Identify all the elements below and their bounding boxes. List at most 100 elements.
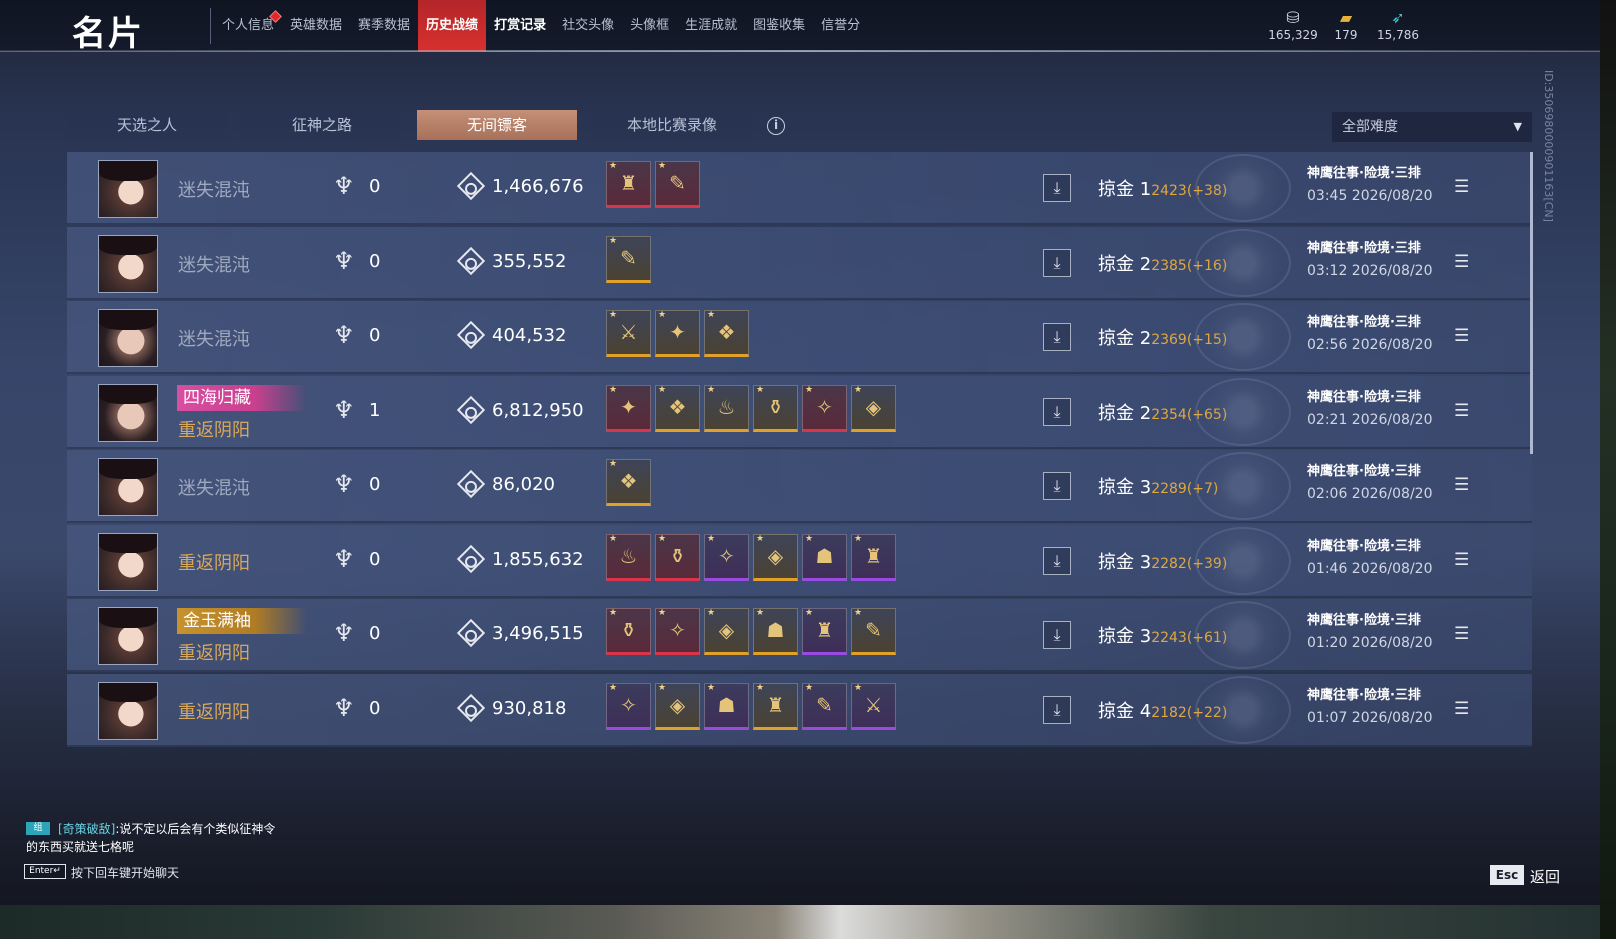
loot-item-icon[interactable]: ★ ◈ bbox=[851, 384, 896, 432]
kills-count: 0 bbox=[369, 176, 381, 197]
match-mode: 神鹰往事·险境·三排 bbox=[1307, 166, 1421, 181]
loot-item-icon[interactable]: ★ ♨ bbox=[704, 384, 749, 432]
loot-item-icon[interactable]: ★ ♨ bbox=[606, 533, 651, 581]
rank-emblem-icon bbox=[1195, 377, 1291, 446]
download-replay-button[interactable]: ⤓ bbox=[1043, 546, 1071, 575]
loot-item-icon[interactable]: ★ ✦ bbox=[655, 310, 700, 357]
rank-label: 掠金 2 bbox=[1098, 328, 1152, 349]
loot-items: ★ ✦ ★ ❖ ★ ♨ ★ ⚱ ★ ✧ ★ ◈ bbox=[606, 384, 896, 432]
tab-tianxuan[interactable]: 天选之人 bbox=[67, 110, 227, 140]
player-name: 迷失混沌 bbox=[178, 254, 250, 276]
details-menu-icon[interactable]: ☰ bbox=[1454, 624, 1469, 644]
table-row[interactable]: 重返阴阳 ♆ 0 930,818 ★ ✧ ★ ◈ ★ ☗ ★ ♜ ★ ✎ ★ ⚔ ⤓ 掠金 42182(+22) 神… bbox=[67, 673, 1532, 747]
loot-value-icon bbox=[456, 246, 486, 275]
loot-item-icon[interactable]: ★ ❖ bbox=[655, 384, 700, 432]
nav-item[interactable]: 图鉴收集 bbox=[745, 0, 813, 52]
tab-zhengshen[interactable]: 征神之路 bbox=[242, 110, 402, 140]
nav-item[interactable]: 信誉分 bbox=[813, 0, 868, 52]
kills-count: 0 bbox=[369, 623, 381, 644]
kills-count: 0 bbox=[369, 474, 381, 495]
details-menu-icon[interactable]: ☰ bbox=[1454, 326, 1469, 346]
loot-item-icon[interactable]: ★ ☗ bbox=[753, 608, 798, 655]
loot-item-icon[interactable]: ★ ✎ bbox=[802, 682, 847, 730]
nav-item[interactable]: 生涯成就 bbox=[677, 0, 745, 52]
loot-item-icon[interactable]: ★ ◈ bbox=[655, 682, 700, 730]
details-menu-icon[interactable]: ☰ bbox=[1454, 401, 1469, 421]
loot-items: ★ ♨ ★ ⚱ ★ ✧ ★ ◈ ★ ☗ ★ ♜ bbox=[606, 533, 896, 581]
rank-label: 掠金 4 bbox=[1098, 700, 1152, 722]
download-replay-button[interactable]: ⤓ bbox=[1043, 621, 1071, 649]
table-row[interactable]: 四海归藏 重返阴阳 ♆ 1 6,812,950 ★ ✦ ★ ❖ ★ ♨ ★ ⚱ ★ ✧ ★ ◈ ⤓ 掠金 22354… bbox=[67, 375, 1532, 449]
details-menu-icon[interactable]: ☰ bbox=[1454, 252, 1469, 272]
download-replay-button[interactable]: ⤓ bbox=[1043, 472, 1071, 500]
loot-item-icon[interactable]: ★ ⚱ bbox=[655, 533, 700, 581]
match-mode: 神鹰往事·险境·三排 bbox=[1307, 687, 1421, 703]
table-row[interactable]: 迷失混沌 ♆ 0 1,466,676 ★ ♜ ★ ✎ ⤓ 掠金 12423(+38) 神鹰往事·险境… bbox=[67, 152, 1532, 225]
esc-key[interactable]: Esc bbox=[1490, 865, 1524, 885]
loot-item-icon[interactable]: ★ ✧ bbox=[802, 384, 847, 432]
table-row[interactable]: 重返阴阳 ♆ 0 1,855,632 ★ ♨ ★ ⚱ ★ ✧ ★ ◈ ★ ☗ ★ ♜ ⤓ 掠金 32282(+39… bbox=[67, 524, 1532, 598]
tab-local-replays[interactable]: 本地比赛录像 bbox=[592, 110, 752, 140]
player-name: 迷失混沌 bbox=[178, 329, 250, 350]
chat-sender[interactable]: [奇策破敌] bbox=[58, 822, 115, 836]
download-replay-button[interactable]: ⤓ bbox=[1043, 695, 1071, 724]
loot-item-icon[interactable]: ★ ◈ bbox=[753, 533, 798, 581]
match-mode: 神鹰往事·险境·三排 bbox=[1307, 464, 1421, 479]
gold-ticket-icon: ▰ bbox=[1339, 8, 1353, 27]
download-replay-button[interactable]: ⤓ bbox=[1043, 248, 1071, 277]
nav-item[interactable]: 个人信息 bbox=[214, 0, 282, 52]
loot-item-icon[interactable]: ★ ❖ bbox=[606, 459, 651, 506]
loot-value-icon bbox=[456, 395, 486, 424]
chat-input-hint[interactable]: 按下回车键开始聊天 bbox=[71, 864, 179, 881]
list-scrollbar[interactable] bbox=[1530, 152, 1533, 454]
loot-item-icon[interactable]: ★ ♜ bbox=[606, 161, 651, 208]
title-divider bbox=[210, 8, 211, 44]
table-row[interactable]: 金玉满袖 重返阴阳 ♆ 0 3,496,515 ★ ⚱ ★ ✧ ★ ◈ ★ ☗ ★ ♜ ★ ✎ ⤓ 掠金 32243… bbox=[67, 599, 1532, 672]
loot-item-icon[interactable]: ★ ♜ bbox=[851, 533, 896, 581]
details-menu-icon[interactable]: ☰ bbox=[1454, 475, 1469, 495]
loot-item-icon[interactable]: ★ ✧ bbox=[704, 533, 749, 581]
rank-label: 掠金 2 bbox=[1098, 253, 1152, 275]
nav-item[interactable]: 头像框 bbox=[622, 0, 677, 52]
loot-item-icon[interactable]: ★ ⚱ bbox=[753, 384, 798, 432]
player-name: 重返阴阳 bbox=[178, 419, 250, 441]
info-icon[interactable]: i bbox=[767, 117, 785, 135]
loot-item-icon[interactable]: ★ ❖ bbox=[704, 310, 749, 357]
details-menu-icon[interactable]: ☰ bbox=[1454, 177, 1469, 197]
loot-item-icon[interactable]: ★ ✎ bbox=[655, 161, 700, 208]
loot-item-icon[interactable]: ★ ✧ bbox=[606, 682, 651, 730]
table-row[interactable]: 迷失混沌 ♆ 0 404,532 ★ ⚔ ★ ✦ ★ ❖ ⤓ 掠金 22369(+15) 神鹰往事·险境… bbox=[67, 301, 1532, 374]
back-button[interactable]: 返回 bbox=[1530, 866, 1560, 887]
loot-item-icon[interactable]: ★ ☗ bbox=[802, 533, 847, 581]
loot-item-icon[interactable]: ★ ⚔ bbox=[851, 682, 896, 730]
table-row[interactable]: 迷失混沌 ♆ 0 86,020 ★ ❖ ⤓ 掠金 32289(+7) 神鹰往事·险境·三排 02:… bbox=[67, 450, 1532, 523]
difficulty-dropdown[interactable]: 全部难度 ▼ bbox=[1332, 112, 1532, 142]
rank-emblem-icon bbox=[1195, 601, 1291, 669]
loot-item-icon[interactable]: ★ ☗ bbox=[704, 682, 749, 730]
download-replay-button[interactable]: ⤓ bbox=[1043, 323, 1071, 351]
match-time: 02:21 2026/08/20 bbox=[1307, 411, 1433, 428]
loot-item-icon[interactable]: ★ ⚔ bbox=[606, 310, 651, 357]
trophy-icon: ♆ bbox=[333, 619, 355, 647]
download-replay-button[interactable]: ⤓ bbox=[1043, 174, 1071, 202]
loot-item-icon[interactable]: ★ ✦ bbox=[606, 384, 651, 432]
loot-item-icon[interactable]: ★ ◈ bbox=[704, 608, 749, 655]
nav-item[interactable]: 打赏记录 bbox=[486, 0, 554, 52]
nav-item[interactable]: 英雄数据 bbox=[282, 0, 350, 52]
page-title: 名片 bbox=[72, 14, 144, 54]
loot-item-icon[interactable]: ★ ⚱ bbox=[606, 608, 651, 655]
download-replay-button[interactable]: ⤓ bbox=[1043, 397, 1071, 426]
loot-item-icon[interactable]: ★ ♜ bbox=[753, 682, 798, 730]
nav-item[interactable]: 赛季数据 bbox=[350, 0, 418, 52]
tab-wujian-biaoke[interactable]: 无间镖客 bbox=[417, 110, 577, 140]
table-row[interactable]: 迷失混沌 ♆ 0 355,552 ★ ✎ ⤓ 掠金 22385(+16) 神鹰往事·险境·三排 0… bbox=[67, 226, 1532, 300]
details-menu-icon[interactable]: ☰ bbox=[1454, 699, 1469, 719]
loot-item-icon[interactable]: ★ ♜ bbox=[802, 608, 847, 655]
loot-item-icon[interactable]: ★ ✧ bbox=[655, 608, 700, 655]
details-menu-icon[interactable]: ☰ bbox=[1454, 550, 1469, 570]
nav-item[interactable]: 历史战绩 bbox=[418, 0, 487, 52]
loot-item-icon[interactable]: ★ ✎ bbox=[606, 235, 651, 283]
loot-item-icon[interactable]: ★ ✎ bbox=[851, 608, 896, 655]
loot-items: ★ ⚔ ★ ✦ ★ ❖ bbox=[606, 310, 749, 357]
nav-item[interactable]: 社交头像 bbox=[554, 0, 622, 52]
